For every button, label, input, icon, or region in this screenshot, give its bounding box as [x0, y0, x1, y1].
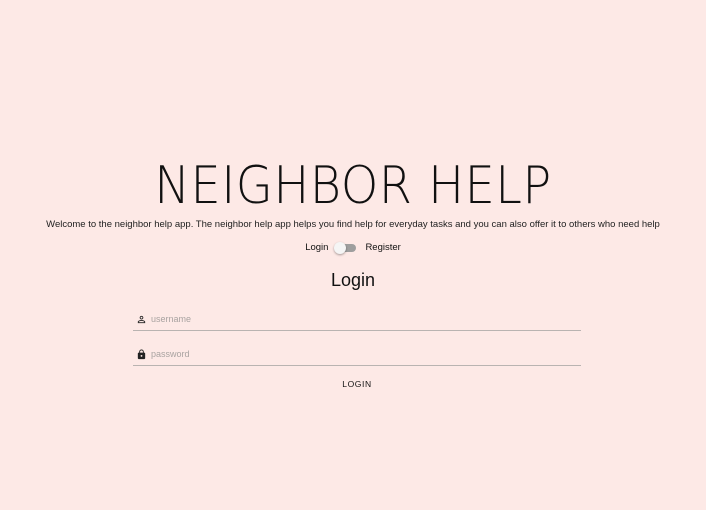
- person-icon: [135, 313, 147, 325]
- app-title: NEIGHBOR HELP: [154, 156, 552, 216]
- switch-label-register: Register: [365, 242, 401, 253]
- toggle-knob: [334, 242, 347, 254]
- form-heading: Login: [330, 270, 376, 290]
- mode-toggle[interactable]: [334, 242, 357, 254]
- switch-label-login: Login: [305, 242, 329, 253]
- password-field: [133, 343, 581, 366]
- username-field: [133, 308, 581, 331]
- lock-icon: [135, 348, 147, 360]
- app-tagline: Welcome to the neighbor help app. The ne…: [46, 219, 660, 230]
- username-input[interactable]: [151, 311, 581, 327]
- password-input[interactable]: [151, 346, 581, 362]
- login-register-switch: Login Register: [0, 242, 706, 254]
- login-button[interactable]: LOGIN: [323, 375, 391, 393]
